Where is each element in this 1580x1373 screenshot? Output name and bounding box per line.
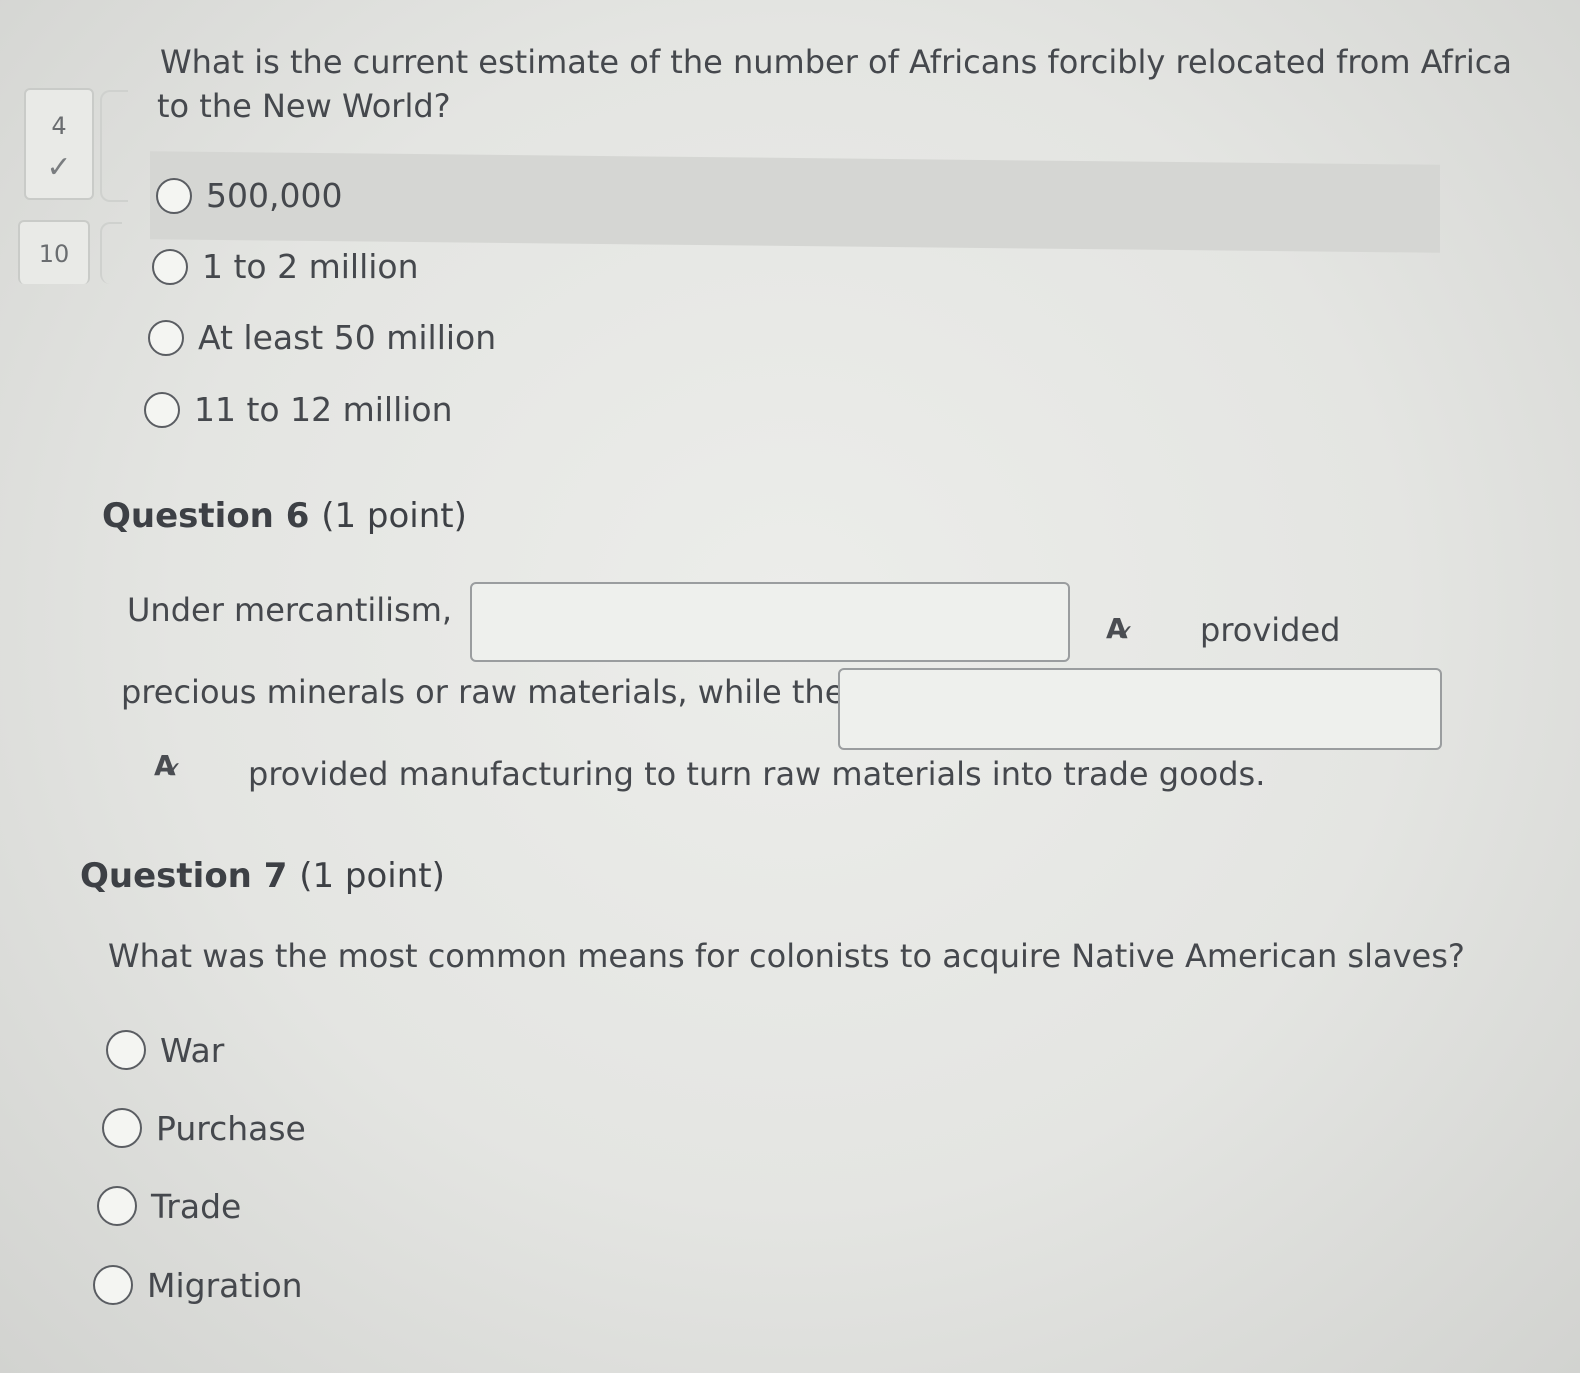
radio-button[interactable] <box>93 1265 133 1305</box>
radio-button[interactable] <box>144 391 180 428</box>
radio-button[interactable] <box>97 1186 137 1226</box>
radio-button[interactable] <box>102 1108 142 1148</box>
question5-text-line1: What is the current estimate of the numb… <box>160 43 1512 81</box>
option-purchase[interactable]: Purchase <box>102 1108 306 1148</box>
question-points: (1 point) <box>299 856 445 896</box>
radio-button[interactable] <box>156 177 192 214</box>
option-label: Purchase <box>156 1108 306 1148</box>
spellcheck-icon[interactable]: A ✓ <box>154 752 182 782</box>
option-label: At least 50 million <box>198 318 497 357</box>
nav-question-number: 10 <box>38 240 70 268</box>
option-1-to-2-million[interactable]: 1 to 2 million <box>152 247 419 286</box>
nav-question-4[interactable]: 4 ✓ <box>24 88 94 200</box>
option-label: 11 to 12 million <box>194 390 453 429</box>
radio-button[interactable] <box>148 319 184 356</box>
option-trade[interactable]: Trade <box>97 1186 241 1226</box>
option-at-least-50-million[interactable]: At least 50 million <box>148 318 496 357</box>
question6-text-part3: precious minerals or raw materials, whil… <box>121 673 845 711</box>
radio-button[interactable] <box>106 1030 146 1070</box>
nav-question-10[interactable]: 10 <box>18 220 90 284</box>
question-title: Question 7 <box>80 856 288 896</box>
question6-text-part2: provided <box>1200 611 1341 649</box>
nav-panel-edge <box>100 222 122 284</box>
question-points: (1 point) <box>321 496 467 536</box>
question5-text-line2: to the New World? <box>157 87 451 125</box>
option-hover-highlight <box>150 151 1440 253</box>
option-label: Migration <box>147 1265 303 1305</box>
option-label: Trade <box>151 1186 242 1226</box>
question7-text: What was the most common means for colon… <box>108 937 1465 975</box>
option-label: War <box>160 1030 225 1070</box>
question7-heading: Question 7 (1 point) <box>80 856 445 896</box>
answered-check-icon: ✓ <box>46 150 72 185</box>
option-war[interactable]: War <box>106 1030 224 1070</box>
option-11-to-12-million[interactable]: 11 to 12 million <box>144 390 453 429</box>
blank-input-2[interactable] <box>838 668 1442 750</box>
question-title: Question 6 <box>102 496 310 536</box>
spellcheck-icon[interactable]: A ✓ <box>1106 615 1134 645</box>
option-500000[interactable]: 500,000 <box>156 176 342 215</box>
option-migration[interactable]: Migration <box>93 1265 303 1305</box>
nav-question-number: 4 <box>51 112 67 140</box>
option-label: 500,000 <box>206 176 343 215</box>
question6-text-part4: provided manufacturing to turn raw mater… <box>248 755 1266 793</box>
blank-input-1[interactable] <box>470 582 1070 662</box>
question6-text-part1: Under mercantilism, <box>127 591 453 629</box>
radio-button[interactable] <box>152 248 188 285</box>
nav-panel-edge <box>100 90 128 202</box>
option-label: 1 to 2 million <box>202 247 419 286</box>
question6-heading: Question 6 (1 point) <box>102 496 467 536</box>
